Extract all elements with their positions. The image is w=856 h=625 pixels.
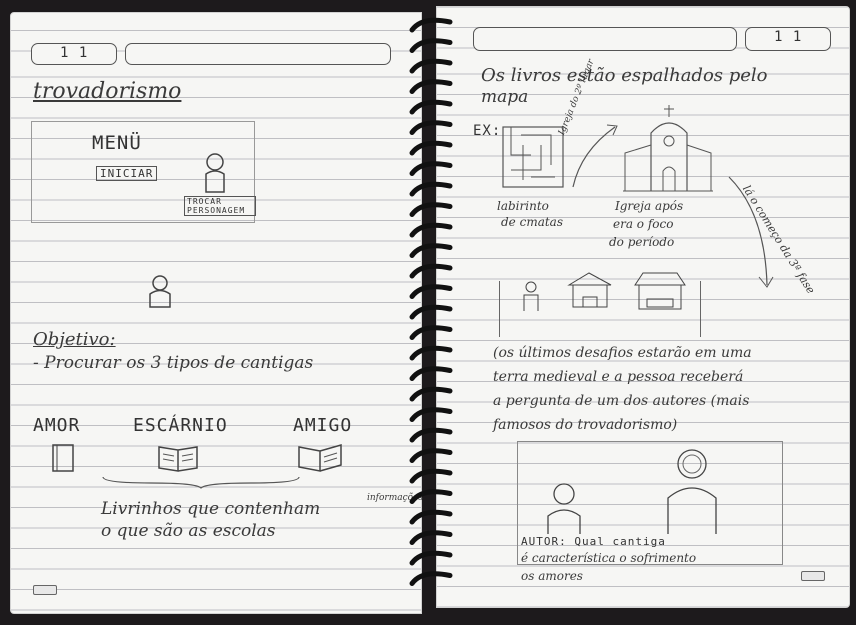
example-label: EX: [473,123,502,139]
books-note-line2: o que são as escolas [101,521,276,541]
open-book-icon-2 [298,444,342,472]
spiral-ring [409,79,453,94]
path-arrow [572,124,618,188]
right-notebook-page: 1 1 Os livros estão espalhados pelo mapa… [436,6,850,608]
church-caption-1: Igreja após [615,199,684,213]
spiral-ring [409,17,453,33]
spiral-ring [409,509,453,525]
spiral-ring [409,38,453,53]
spiral-ring [409,140,453,156]
objective-label: Objetivo: [33,329,116,350]
spiral-ring [409,284,453,299]
date-box [473,27,737,51]
left-notebook-page: 1 1 trovadorismo MENÜ INICIAR TROCAR PER… [10,12,423,614]
spiral-ring [409,366,453,381]
date-box [125,43,391,65]
books-note: Livrinhos que contenham [101,499,321,519]
spiral-ring [409,304,453,320]
change-character-button-sketch: TROCAR PERSONAGEM [184,196,256,216]
church-sketch [623,105,713,192]
curly-brace [102,476,300,489]
final-text-2: terra medieval e a pessoa receberá [493,369,744,385]
heading-line-2: mapa [481,87,529,107]
spiral-ring [409,407,453,422]
church-caption-2: era o foco [613,217,674,231]
spiral-ring [409,489,453,504]
labyrinth-caption-1: labirinto [497,199,549,213]
page-title: trovadorismo [33,79,182,104]
spiral-ring [409,427,453,443]
heading-line-1: Os livros estão espalhados pelo [481,65,768,86]
spiral-ring [409,550,453,566]
page-footer-mark [801,571,825,581]
spiral-ring [409,161,453,176]
spiral-ring [409,263,453,279]
spiral-ring [409,386,453,402]
category-amigo: AMIGO [293,415,353,436]
spiral-ring [409,243,453,258]
character-icon [205,153,225,193]
spiral-ring [409,448,453,463]
open-book-icon [158,446,198,472]
dialog-line-3: os amores [521,569,583,583]
market-stall-sketch [634,272,686,310]
final-text-4: famosos do trovadorismo) [493,417,678,433]
start-button-sketch: INICIAR [96,166,158,181]
dialog-line-1: AUTOR: Qual cantiga [521,535,666,548]
spiral-ring [409,345,453,361]
author-silhouette [667,449,717,534]
labyrinth-caption-2: de cmatas [501,215,563,229]
page-number-box: 1 1 [745,27,831,51]
spiral-ring [409,181,453,197]
map-character-icon [523,281,539,311]
spiral-ring [409,202,453,217]
menu-mockup-frame: MENÜ INICIAR TROCAR PERSONAGEM [31,121,256,223]
player-silhouette [547,483,581,534]
house-sketch [567,272,612,308]
category-escarnio: ESCÁRNIO [133,415,228,436]
spiral-ring [409,222,453,238]
menu-title: MENÜ [92,132,142,154]
player-character-icon [149,275,171,308]
page-number: 1 1 [774,29,803,45]
labyrinth-sketch [502,126,564,188]
page-footer-mark [33,585,57,595]
spiral-ring [409,99,453,115]
church-caption-3: do período [609,235,675,249]
spiral-ring [409,571,453,586]
objective-text: - Procurar os 3 tipos de cantigas [33,353,314,373]
category-amor: AMOR [33,415,81,436]
closed-book-icon [52,444,74,472]
spiral-ring [409,325,453,340]
dialog-line-2: é característica o sofrimento [521,551,697,565]
spiral-ring [409,120,453,135]
spiral-ring [409,58,453,74]
page-number-box: 1 1 [31,43,117,65]
final-text-1: (os últimos desafios estarão em uma [493,345,752,361]
final-text-3: a pergunta de um dos autores (mais [493,393,750,409]
spiral-ring [409,468,453,484]
page-number: 1 1 [60,45,89,61]
spiral-ring [409,530,453,545]
